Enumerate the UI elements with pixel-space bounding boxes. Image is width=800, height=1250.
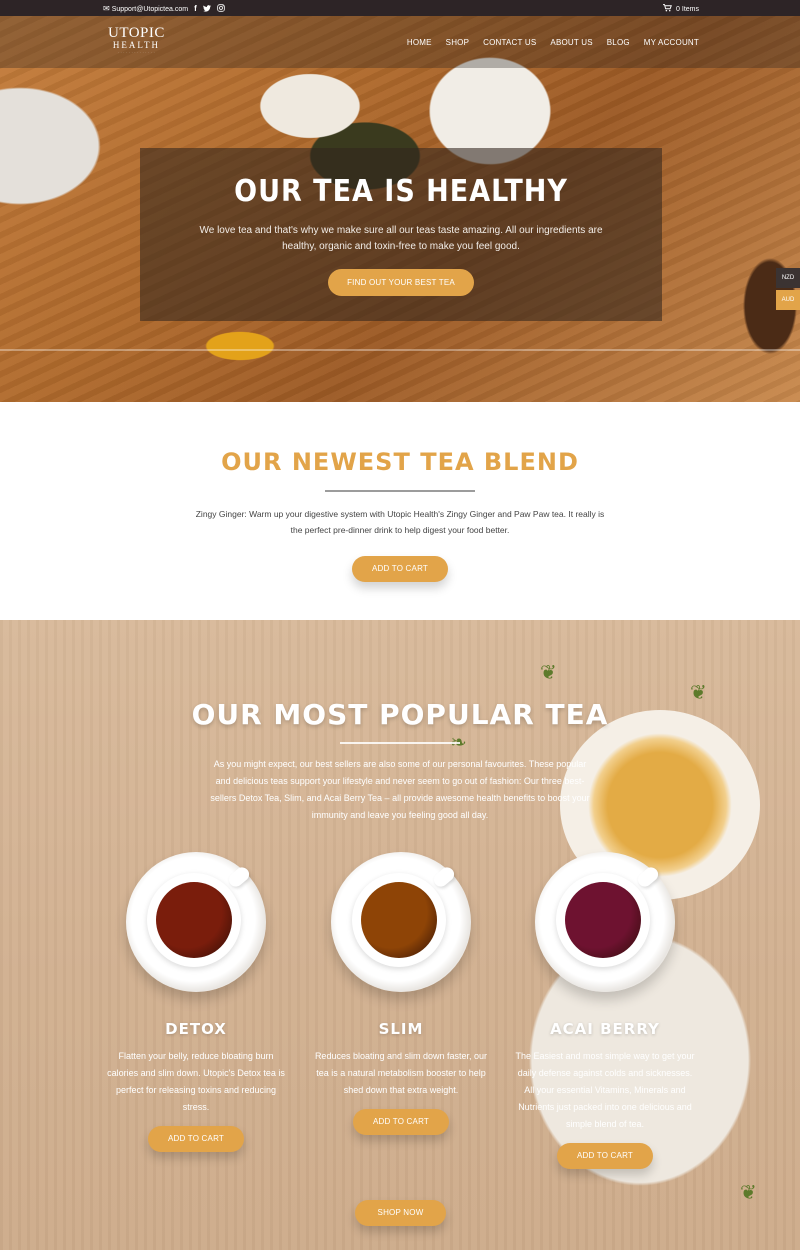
- add-to-cart-detox-button[interactable]: ADD TO CART: [148, 1126, 244, 1152]
- top-bar: ✉ Support@Utopictea.com f 0 Items: [0, 0, 800, 16]
- main-nav: HOME SHOP CONTACT US ABOUT US BLOG MY AC…: [407, 38, 699, 47]
- popular-tea-section: ❦ ❦ ❧ ❦ OUR MOST POPULAR TEA As you migh…: [0, 620, 800, 1250]
- logo-text-line2: HEALTH: [112, 40, 161, 50]
- nav-contact-us[interactable]: CONTACT US: [483, 38, 536, 47]
- logo-tagline-decoration: · · · · · · · · · · · · · ·: [117, 51, 156, 55]
- find-best-tea-button[interactable]: FIND OUT YOUR BEST TEA: [328, 269, 474, 296]
- cart-count: 0 Items: [676, 5, 699, 13]
- cart-icon: [663, 4, 672, 14]
- product-card-slim: SLIM Reduces bloating and slim down fast…: [301, 852, 501, 1135]
- hero-title: OUR TEA IS HEALTHY: [234, 174, 568, 209]
- currency-tab-nzd[interactable]: NZD: [776, 268, 800, 288]
- hero-section: UTOPIC HEALTH · · · · · · · · · · · · · …: [0, 16, 800, 402]
- product-card-detox: DETOX Flatten your belly, reduce bloatin…: [96, 852, 296, 1152]
- newest-blend-section: OUR NEWEST TEA BLEND Zingy Ginger: Warm …: [0, 402, 800, 620]
- nav-my-account[interactable]: MY ACCOUNT: [644, 38, 699, 47]
- hero-description: We love tea and that's why we make sure …: [199, 225, 603, 252]
- currency-switcher: NZD AUD: [776, 268, 800, 310]
- logo-text-line1: UTOPIC: [108, 25, 165, 41]
- nav-home[interactable]: HOME: [407, 38, 432, 47]
- product-name: ACAI BERRY: [550, 1020, 660, 1038]
- tea-liquid: [565, 882, 641, 958]
- support-email-link[interactable]: ✉ Support@Utopictea.com: [103, 5, 188, 13]
- tea-cup-image: [331, 852, 471, 992]
- site-logo[interactable]: UTOPIC HEALTH · · · · · · · · · · · · · …: [108, 26, 165, 55]
- facebook-icon[interactable]: f: [194, 5, 197, 13]
- section-divider: [340, 742, 460, 744]
- product-name: SLIM: [378, 1020, 424, 1038]
- popular-tea-title: OUR MOST POPULAR TEA: [191, 698, 609, 731]
- envelope-icon: ✉: [103, 4, 110, 13]
- currency-tab-aud[interactable]: AUD: [776, 290, 800, 310]
- hero-divider: [0, 349, 800, 351]
- nav-shop[interactable]: SHOP: [446, 38, 469, 47]
- tea-liquid: [156, 882, 232, 958]
- tea-cup-image: [535, 852, 675, 992]
- product-description: The Easiest and most simple way to get y…: [515, 1051, 695, 1129]
- nav-about-us[interactable]: ABOUT US: [550, 38, 592, 47]
- cart-link[interactable]: 0 Items: [663, 4, 699, 14]
- top-bar-left: ✉ Support@Utopictea.com f: [103, 4, 225, 14]
- add-to-cart-acai-berry-button[interactable]: ADD TO CART: [557, 1143, 653, 1169]
- add-to-cart-slim-button[interactable]: ADD TO CART: [353, 1109, 449, 1135]
- nav-blog[interactable]: BLOG: [607, 38, 630, 47]
- product-card-acai-berry: ACAI BERRY The Easiest and most simple w…: [505, 852, 705, 1169]
- section-divider: [325, 490, 475, 492]
- product-name: DETOX: [165, 1020, 227, 1038]
- tea-liquid: [361, 882, 437, 958]
- product-description: Flatten your belly, reduce bloating burn…: [107, 1051, 285, 1112]
- herb-decoration-icon: ❦: [740, 1182, 757, 1204]
- instagram-icon[interactable]: [217, 4, 225, 14]
- add-to-cart-zingy-ginger-button[interactable]: ADD TO CART: [352, 556, 448, 582]
- newest-blend-description: Zingy Ginger: Warm up your digestive sys…: [195, 509, 605, 535]
- newest-blend-title: OUR NEWEST TEA BLEND: [221, 448, 579, 476]
- hero-overlay-box: OUR TEA IS HEALTHY We love tea and that'…: [140, 148, 662, 321]
- shop-now-button[interactable]: SHOP NOW: [355, 1200, 446, 1226]
- popular-tea-intro: As you might expect, our best sellers ar…: [210, 759, 590, 820]
- product-description: Reduces bloating and slim down faster, o…: [314, 1051, 488, 1095]
- herb-decoration-icon: ❦: [540, 662, 557, 684]
- twitter-icon[interactable]: [202, 4, 211, 14]
- support-email: Support@Utopictea.com: [111, 5, 189, 13]
- tea-cup-image: [126, 852, 266, 992]
